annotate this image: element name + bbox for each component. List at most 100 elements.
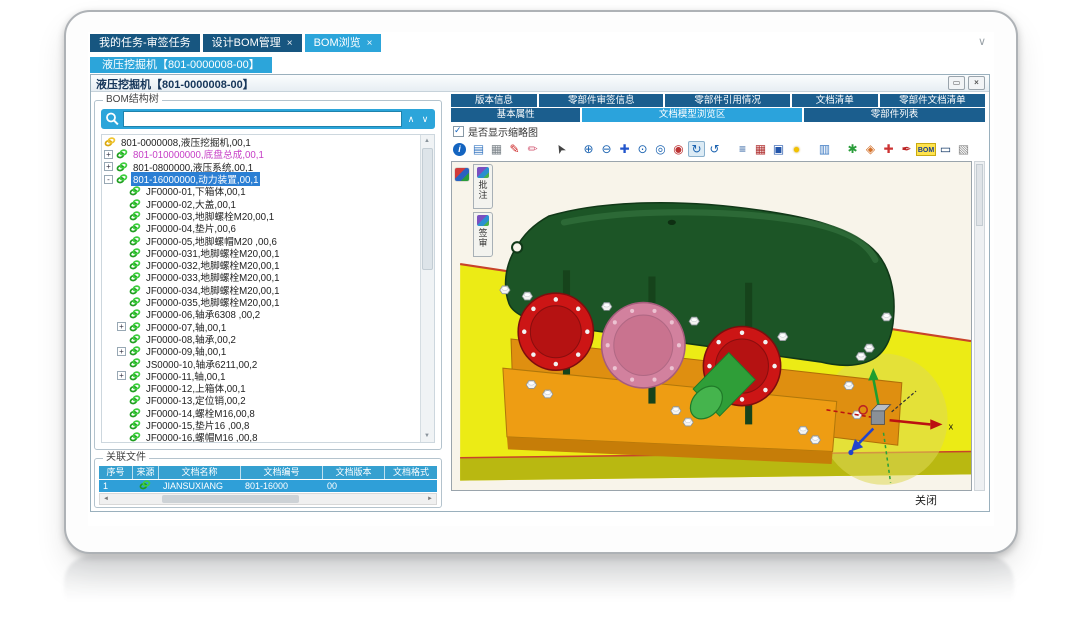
- bom-search-input[interactable]: [123, 111, 402, 127]
- print-icon[interactable]: ▦: [488, 141, 505, 157]
- viewer-palette-icon[interactable]: [455, 168, 469, 181]
- minimize-button[interactable]: ▭: [948, 76, 965, 90]
- tree-node[interactable]: JF0000-035,地脚螺栓M20,00,1: [102, 296, 421, 308]
- perspective-icon[interactable]: ▣: [770, 141, 787, 157]
- tree-node[interactable]: JF0000-12,上箱体,00,1: [102, 382, 421, 394]
- annotate-pen-icon[interactable]: ✎: [506, 141, 523, 157]
- zoom-out-icon[interactable]: ⊖: [598, 141, 615, 157]
- tree-node[interactable]: JF0000-15,垫片16 ,00,8: [102, 419, 421, 431]
- tree-node[interactable]: + JF0000-07,轴,00,1: [102, 320, 421, 332]
- material-icon[interactable]: ◈: [862, 141, 879, 157]
- scroll-down-icon[interactable]: ▼: [421, 430, 433, 442]
- expand-icon[interactable]: +: [104, 162, 113, 171]
- detail-tab2-1[interactable]: 文档模型浏览区: [582, 108, 802, 122]
- tree-node[interactable]: JF0000-01,下箱体,00,1: [102, 185, 421, 197]
- detail-tab-2[interactable]: 零部件引用情况: [665, 94, 789, 107]
- search-prev-button[interactable]: ∧: [404, 114, 418, 125]
- light-icon[interactable]: ●: [788, 141, 805, 157]
- tree-node[interactable]: JF0000-033,地脚螺栓M20,00,1: [102, 271, 421, 283]
- more-tools-icon[interactable]: ▧: [955, 141, 972, 157]
- tree-node[interactable]: JF0000-16,螺帽M16 ,00,8: [102, 431, 421, 442]
- zoom-region-icon[interactable]: ◎: [652, 141, 669, 157]
- detail-tab-3[interactable]: 文档清单: [792, 94, 878, 107]
- fullscreen-icon[interactable]: ▭: [937, 141, 954, 157]
- scrollbar-thumb[interactable]: [422, 148, 433, 270]
- explode-icon[interactable]: ≡: [734, 141, 751, 157]
- right-scrollbar-thumb[interactable]: [976, 164, 983, 226]
- snapshot-icon[interactable]: ▥: [816, 141, 833, 157]
- model-3d-view[interactable]: x: [452, 162, 971, 490]
- viewer-side-tab-1[interactable]: 签审: [473, 212, 493, 257]
- viewer-side-tab-0[interactable]: 批注: [473, 164, 493, 209]
- link-icon: [129, 309, 141, 319]
- tree-node[interactable]: JF0000-03,地脚螺栓M20,00,1: [102, 210, 421, 222]
- tree-node[interactable]: JF0000-034,地脚螺栓M20,00,1: [102, 284, 421, 296]
- detail-tab-4[interactable]: 零部件文档清单: [880, 94, 985, 107]
- tree-node[interactable]: + JF0000-11,轴,00,1: [102, 370, 421, 382]
- column-header: 文档版本: [323, 466, 385, 479]
- column-header: 来源: [133, 466, 159, 479]
- search-next-button[interactable]: ∨: [418, 114, 432, 125]
- hscrollbar-thumb[interactable]: [162, 495, 299, 503]
- tab-close-icon[interactable]: ×: [287, 38, 293, 49]
- main-tab-bar: 我的任务-审签任务 设计BOM管理× BOM浏览×: [90, 34, 994, 52]
- document-tab[interactable]: 液压挖掘机【801-0000008-00】: [90, 57, 272, 73]
- tree-node[interactable]: JF0000-04,垫片,00,6: [102, 222, 421, 234]
- tree-scrollbar[interactable]: ▲ ▼: [420, 135, 434, 442]
- tree-node[interactable]: + JF0000-09,轴,00,1: [102, 345, 421, 357]
- expand-icon[interactable]: +: [104, 150, 113, 159]
- measure-icon[interactable]: ✒: [898, 141, 915, 157]
- bom-icon[interactable]: BOM: [916, 143, 936, 156]
- zoom-dynamic-icon[interactable]: ⊙: [634, 141, 651, 157]
- tree-node[interactable]: JF0000-02,大盖,00,1: [102, 197, 421, 209]
- detail-tab-0[interactable]: 版本信息: [451, 94, 537, 107]
- expand-icon[interactable]: +: [117, 322, 126, 331]
- main-tab-1[interactable]: 设计BOM管理×: [203, 34, 302, 52]
- link-icon: [129, 334, 141, 344]
- rotate-view-icon[interactable]: ↻: [688, 141, 705, 157]
- info-icon[interactable]: i: [453, 143, 466, 156]
- section-icon[interactable]: ▦: [752, 141, 769, 157]
- expand-icon[interactable]: +: [117, 371, 126, 380]
- expand-icon[interactable]: +: [117, 347, 126, 356]
- main-tab-0[interactable]: 我的任务-审签任务: [90, 34, 200, 52]
- annotate-brush-icon[interactable]: ✏: [524, 141, 541, 157]
- detail-tab2-0[interactable]: 基本属性: [451, 108, 580, 122]
- zoom-in-icon[interactable]: ⊕: [580, 141, 597, 157]
- tab-close-icon[interactable]: ×: [367, 38, 373, 49]
- thumbnail-checkbox[interactable]: [453, 126, 464, 137]
- tree-node[interactable]: JF0000-14,螺栓M16,00,8: [102, 407, 421, 419]
- tree-node[interactable]: JF0000-13,定位销,00,2: [102, 394, 421, 406]
- fit-window-icon[interactable]: ✚: [616, 141, 633, 157]
- right-panel-scrollbar[interactable]: [974, 161, 985, 491]
- chevron-down-icon[interactable]: ∨: [978, 35, 986, 48]
- rotate-center-icon[interactable]: ◉: [670, 141, 687, 157]
- tree-node[interactable]: + 801-010000000,底盘总成,00,1: [102, 148, 421, 160]
- table-hscrollbar[interactable]: ◄ ►: [99, 493, 437, 505]
- bom-browse-dialog: 液压挖掘机【801-0000008-00】 ▭× BOM结构树: [90, 74, 990, 512]
- detail-tab2-2[interactable]: 零部件列表: [804, 108, 985, 122]
- tree-node[interactable]: JS0000-10,轴承6211,00,2: [102, 357, 421, 369]
- main-tab-2[interactable]: BOM浏览×: [305, 34, 382, 52]
- scroll-right-icon[interactable]: ►: [424, 496, 436, 502]
- render-mode-icon[interactable]: ✱: [844, 141, 861, 157]
- scroll-left-icon[interactable]: ◄: [100, 496, 112, 502]
- scroll-up-icon[interactable]: ▲: [421, 135, 433, 147]
- tree-node[interactable]: - 801-16000000,动力装置,00,1: [102, 173, 421, 185]
- tree-node[interactable]: 801-0000008,液压挖掘机,00,1: [102, 136, 421, 148]
- tree-node[interactable]: JF0000-05,地脚螺帽M20 ,00,6: [102, 234, 421, 246]
- tree-node[interactable]: JF0000-08,轴承,00,2: [102, 333, 421, 345]
- tree-node[interactable]: JF0000-031,地脚螺栓M20,00,1: [102, 247, 421, 259]
- collapse-icon[interactable]: -: [104, 175, 113, 184]
- table-row[interactable]: 1 JIANSUXIANG801-1600000: [99, 480, 437, 492]
- select-cursor-icon[interactable]: ➤: [549, 138, 571, 161]
- tree-node[interactable]: + 801-0800000,液压系统,00,1: [102, 161, 421, 173]
- pan-view-icon[interactable]: ↺: [706, 141, 723, 157]
- coordinate-icon[interactable]: ✚: [880, 141, 897, 157]
- close-link[interactable]: 关闭: [915, 492, 937, 508]
- detail-tab-1[interactable]: 零部件审签信息: [539, 94, 663, 107]
- close-button[interactable]: ×: [968, 76, 985, 90]
- tree-node[interactable]: JF0000-032,地脚螺栓M20,00,1: [102, 259, 421, 271]
- tree-node[interactable]: JF0000-06,轴承6308 ,00,2: [102, 308, 421, 320]
- preview-doc-icon[interactable]: ▤: [470, 141, 487, 157]
